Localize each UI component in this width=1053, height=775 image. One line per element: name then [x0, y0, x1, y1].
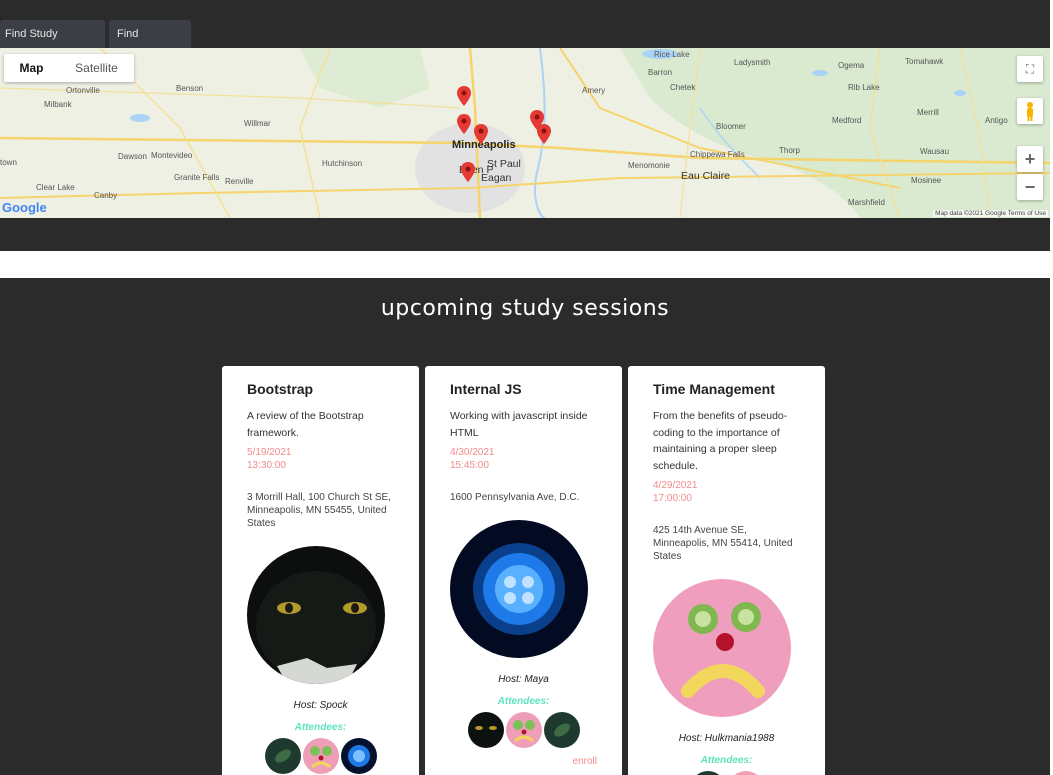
section-title: upcoming study sessions [380, 296, 670, 321]
map-marker-pin-icon[interactable] [474, 124, 488, 144]
map-label-bloomer: Bloomer [716, 122, 746, 131]
map-label-ortonville: Ortonville [66, 86, 100, 95]
map-label-clear-lake: Clear Lake [36, 183, 75, 192]
session-date: 4/30/2021 [450, 447, 495, 458]
attendee-avatar-plant[interactable] [264, 738, 301, 774]
map-label-chetek: Chetek [670, 83, 696, 92]
session-date: 4/29/2021 [653, 480, 698, 491]
session-photo-sad-fruit-face [653, 579, 791, 717]
attendee-avatar-jellyfish[interactable] [340, 738, 377, 774]
map-label-mosinee: Mosinee [911, 176, 942, 185]
map-label-eau-claire: Eau Claire [681, 170, 731, 182]
session-host: Host: Spock [293, 700, 348, 711]
attendees-list [628, 771, 825, 775]
sessions-map[interactable]: Map Satellite Ortonville Milbank Benson … [0, 48, 1050, 218]
session-description: From the benefits of pseudo-coding to th… [653, 410, 788, 472]
session-photo-black-cat [247, 546, 385, 684]
session-time: 15:45:00 [450, 460, 489, 471]
attendees-list [222, 738, 419, 774]
session-address: 425 14th Avenue SE, Minneapolis, MN 5541… [653, 525, 793, 562]
map-label-marshfield: Marshfield [848, 198, 885, 207]
map-label-merrill: Merrill [917, 108, 939, 117]
session-time: 17:00:00 [653, 493, 692, 504]
attendees-label: Attendees: [294, 722, 347, 733]
map-label-eagan: Eagan [481, 172, 512, 184]
map-label-ladysmith: Ladysmith [734, 58, 771, 67]
attendee-avatar-plant[interactable] [689, 771, 726, 775]
map-label-renville: Renville [225, 177, 254, 186]
map-footer-band [0, 218, 1050, 251]
map-label-antigo: Antigo [985, 116, 1008, 125]
attendees-list [425, 712, 622, 748]
session-address: 1600 Pennsylvania Ave, D.C. [450, 492, 580, 503]
map-label-rice-lake: Rice Lake [654, 50, 690, 59]
tab-find-study-buddies[interactable]: Find Study Buddies [0, 20, 105, 68]
attendees-label: Attendees: [497, 696, 550, 707]
map-attribution[interactable]: Map data ©2021 Google Terms of Use [933, 210, 1048, 217]
google-logo: Google [2, 200, 47, 215]
map-type-satellite-button[interactable]: Satellite [59, 54, 134, 82]
map-marker-pin-icon[interactable] [461, 162, 475, 182]
session-title: Internal JS [450, 381, 522, 397]
session-card: Time Management From the benefits of pse… [628, 366, 825, 775]
map-label-chippewa-falls: Chippewa Falls [690, 150, 745, 159]
map-marker-pin-icon[interactable] [457, 86, 471, 106]
session-card: Internal JS Working with javascript insi… [425, 366, 622, 775]
map-marker-pin-icon[interactable] [457, 114, 471, 134]
map-type-control: Map Satellite [4, 54, 134, 82]
session-description: A review of the Bootstrap framework. [247, 410, 364, 439]
map-label-willmar: Willmar [244, 119, 271, 128]
map-label-rib-lake: Rib Lake [848, 83, 880, 92]
zoom-out-icon[interactable]: − [1017, 174, 1043, 200]
map-label-dawson: Dawson [118, 152, 147, 161]
top-nav-bar: Find Study Buddies Find Sessions [0, 0, 1050, 68]
map-marker-pin-icon[interactable] [537, 124, 551, 144]
street-view-pegman-icon[interactable] [1017, 98, 1043, 124]
attendee-avatar-sad-fruit-face[interactable] [302, 738, 339, 774]
attendee-avatar-sad-fruit-face[interactable] [505, 712, 542, 748]
map-label-benson: Benson [176, 84, 204, 93]
session-title: Bootstrap [247, 381, 314, 397]
map-type-map-button[interactable]: Map [4, 54, 59, 82]
map-label-tomahawk: Tomahawk [905, 57, 944, 66]
map-label-wausau: Wausau [920, 147, 950, 156]
map-label-milbank: Milbank [44, 100, 72, 109]
session-title: Time Management [653, 381, 775, 397]
map-label-medford: Medford [832, 116, 862, 125]
map-label-montevideo: Montevideo [151, 151, 193, 160]
attendee-avatar-sad-fruit-face[interactable] [727, 771, 764, 775]
session-description: Working with javascript inside HTML [450, 410, 588, 439]
tab-find-sessions[interactable]: Find Sessions [109, 20, 191, 68]
map-label-canby: Canby [94, 191, 118, 200]
map-label-granite-falls: Granite Falls [174, 173, 220, 182]
map-label-town: town [0, 158, 17, 167]
enroll-link[interactable]: enroll [573, 756, 597, 767]
map-terrain [0, 48, 1050, 218]
session-card: Bootstrap A review of the Bootstrap fram… [222, 366, 419, 775]
map-label-hutchinson: Hutchinson [322, 159, 363, 168]
session-time: 13:30:00 [247, 460, 286, 471]
attendee-avatar-black-cat[interactable] [467, 712, 504, 748]
map-label-amery: Amery [582, 86, 606, 95]
session-date: 5/19/2021 [247, 447, 292, 458]
upcoming-sessions-section: upcoming study sessions Bootstrap A revi… [0, 278, 1050, 775]
map-label-barron: Barron [648, 68, 673, 77]
session-photo-jellyfish [450, 520, 588, 658]
zoom-in-icon[interactable]: + [1017, 146, 1043, 172]
map-label-menomonie: Menomonie [628, 161, 670, 170]
map-label-ogema: Ogema [838, 61, 865, 70]
session-host: Host: Hulkmania1988 [678, 733, 775, 744]
session-host: Host: Maya [498, 674, 549, 685]
attendee-avatar-plant[interactable] [543, 712, 580, 748]
session-address: 3 Morrill Hall, 100 Church St SE, Minnea… [247, 492, 391, 529]
attendees-label: Attendees: [700, 755, 753, 766]
map-label-thorp: Thorp [779, 146, 800, 155]
fullscreen-icon[interactable]: ⛶ [1017, 56, 1043, 82]
